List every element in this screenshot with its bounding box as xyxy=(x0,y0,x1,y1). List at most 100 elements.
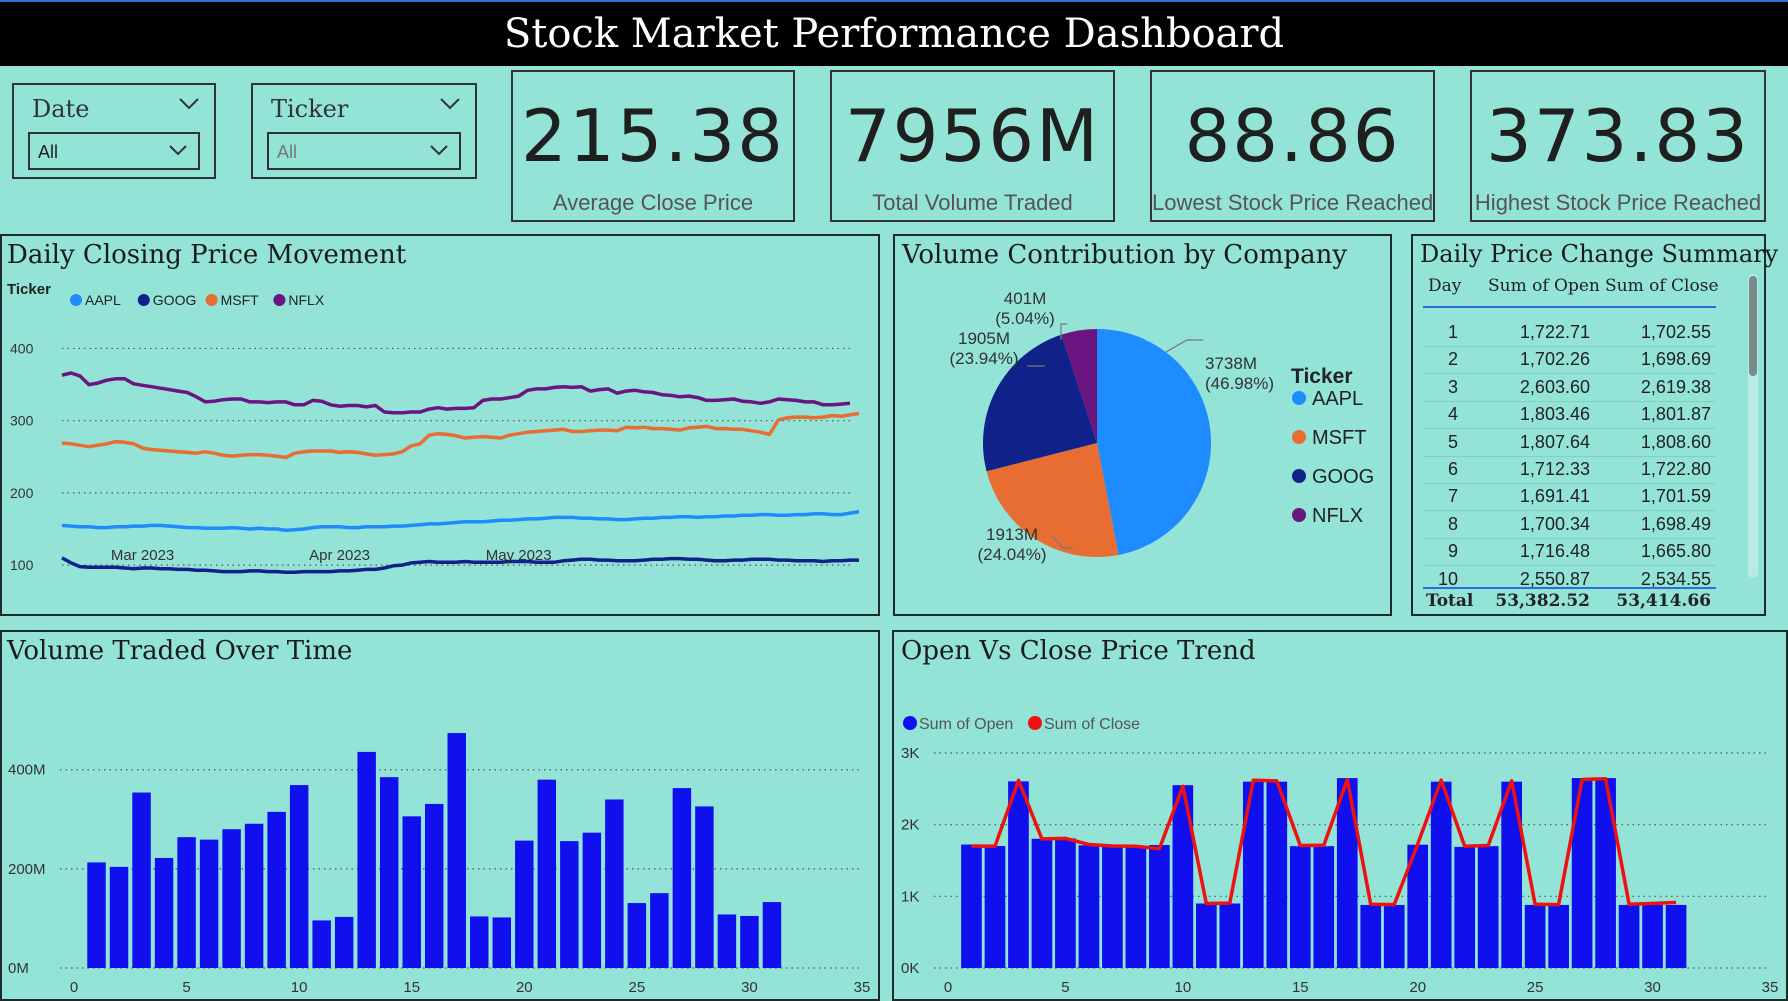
table-cell: 1 xyxy=(1447,322,1458,342)
table-total-cell: Total xyxy=(1426,591,1474,611)
table-cell: 1,807.64 xyxy=(1519,431,1590,452)
chevron-down-icon[interactable] xyxy=(429,144,449,162)
table-cell: 2,619.38 xyxy=(1640,376,1711,397)
legend-label: AAPL xyxy=(1312,388,1363,410)
table-cell: 2 xyxy=(1447,349,1458,370)
volume-bar xyxy=(154,857,174,968)
table-cell: 9 xyxy=(1447,541,1458,562)
volume-bar xyxy=(582,832,602,968)
volume-bar xyxy=(334,916,354,968)
open-bar xyxy=(1336,778,1358,968)
open-bar xyxy=(1360,904,1382,968)
data-label-value: 1913M xyxy=(986,525,1038,544)
x-tick-label: 20 xyxy=(1409,979,1426,996)
legend-marker xyxy=(70,294,82,306)
ticker-slicer[interactable]: Ticker All xyxy=(251,83,477,179)
x-tick-label: Mar 2023 xyxy=(111,547,174,564)
table-scrollbar-thumb[interactable] xyxy=(1749,276,1757,376)
x-tick-label: 25 xyxy=(1527,979,1544,996)
volume-bar xyxy=(560,841,579,968)
table-cell: 1,803.46 xyxy=(1519,404,1590,425)
date-dropdown-value: All xyxy=(38,142,59,162)
y-tick-label: 400M xyxy=(8,762,46,779)
legend-label: MSFT xyxy=(1312,427,1366,449)
x-tick-label: 15 xyxy=(1292,979,1309,996)
legend-marker xyxy=(903,716,917,730)
open-bar xyxy=(1125,846,1147,968)
volume-bar xyxy=(447,733,466,968)
volume-bar xyxy=(537,779,557,968)
y-tick-label: 400 xyxy=(10,340,34,356)
volume-bar xyxy=(650,893,669,968)
legend-marker xyxy=(1292,391,1306,405)
open-bar xyxy=(1078,845,1100,968)
open-bar xyxy=(961,844,982,968)
open-bar xyxy=(1665,904,1687,968)
ticker-dropdown[interactable]: All xyxy=(267,132,461,170)
leader-line xyxy=(1165,339,1203,353)
open-bar xyxy=(1548,904,1569,968)
data-label-pct: (23.94%) xyxy=(950,349,1019,368)
volume-bar xyxy=(357,751,376,968)
table-total-cell: 53,382.52 xyxy=(1495,591,1590,611)
open-bar xyxy=(1102,846,1123,968)
legend-marker xyxy=(1292,508,1306,522)
open-bar xyxy=(1031,838,1053,968)
date-slicer[interactable]: Date All xyxy=(12,83,216,179)
chevron-down-icon[interactable] xyxy=(439,97,461,116)
line-chart-title: Daily Closing Price Movement xyxy=(7,240,407,270)
y-tick-label: 0M xyxy=(8,960,29,977)
x-tick-label: 20 xyxy=(516,979,533,996)
table-scrollbar[interactable] xyxy=(1748,274,1758,578)
table-row: 1 1,722.71 1,702.55 xyxy=(1423,319,1716,347)
legend-label: GOOG xyxy=(153,292,197,308)
table-cell: 1,700.34 xyxy=(1519,513,1590,534)
table-total-cell: 53,414.66 xyxy=(1616,591,1711,611)
legend-label: MSFT xyxy=(221,292,260,308)
data-label-value: 3738M xyxy=(1205,354,1257,373)
data-label-pct: (46.98%) xyxy=(1205,374,1274,393)
chevron-down-icon[interactable] xyxy=(178,97,200,116)
legend-marker xyxy=(1028,716,1042,730)
open-bar xyxy=(1454,846,1476,968)
legend-marker xyxy=(205,294,218,306)
table-cell: 1,712.33 xyxy=(1519,459,1590,479)
table-cell: 4 xyxy=(1447,404,1458,425)
open-bar xyxy=(1219,903,1241,968)
x-tick-label: 35 xyxy=(854,979,871,996)
legend-title: Ticker xyxy=(7,281,51,298)
table-cell: 1,698.69 xyxy=(1640,349,1711,370)
table-cell: 1,665.80 xyxy=(1640,541,1711,562)
table-cell: 1,722.71 xyxy=(1519,322,1590,342)
table-row: 8 1,700.34 1,698.49 xyxy=(1423,511,1716,539)
open-bar xyxy=(1642,904,1663,968)
line-chart-panel: Daily Closing Price Movement Ticker AAPL G… xyxy=(0,234,880,616)
table-cell: 5 xyxy=(1447,431,1458,452)
table-row: 7 1,691.41 1,701.59 xyxy=(1423,483,1716,512)
volume-bar xyxy=(627,903,647,968)
volume-bar xyxy=(402,816,421,968)
table-cell: 1,801.87 xyxy=(1640,404,1711,425)
table-cell: 2,603.60 xyxy=(1519,376,1590,397)
open-close-title: Open Vs Close Price Trend xyxy=(901,636,1256,666)
volume-bar xyxy=(289,785,309,968)
volume-bar xyxy=(762,902,782,968)
series-line-aapl xyxy=(61,509,860,533)
data-label-value: 1905M xyxy=(958,329,1010,348)
volume-bar xyxy=(379,777,399,968)
date-dropdown[interactable]: All xyxy=(28,132,200,170)
table-cell: 1,698.49 xyxy=(1640,513,1711,534)
volume-bar xyxy=(470,916,489,968)
open-bar xyxy=(1571,778,1593,968)
table-cell: 1,701.59 xyxy=(1640,486,1711,507)
table-total-row: Total 53,382.52 53,414.66 xyxy=(1423,589,1716,613)
kpi-value: 88.86 xyxy=(1184,94,1401,178)
table-row: 5 1,807.64 1,808.60 xyxy=(1423,429,1716,457)
open-bar xyxy=(1266,781,1288,968)
volume-bar xyxy=(740,915,759,968)
volume-bar xyxy=(177,837,196,968)
x-tick-label: 0 xyxy=(944,979,952,996)
kpi-total-volume: 7956M Total Volume Traded xyxy=(830,70,1115,222)
legend-marker xyxy=(1292,430,1306,444)
chevron-down-icon[interactable] xyxy=(168,144,188,162)
